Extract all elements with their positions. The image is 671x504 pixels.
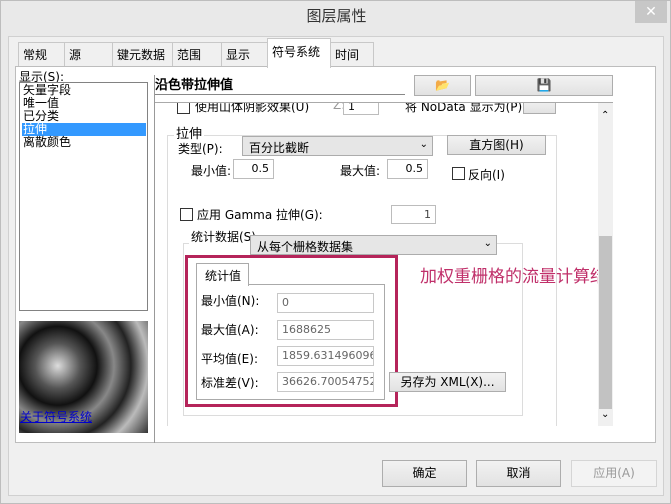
tab-source[interactable]: 源 [64, 42, 113, 67]
stretch-type-select[interactable]: 百分比截断 ⌄ [242, 136, 433, 156]
tab-metadata[interactable]: 键元数据 [112, 42, 173, 67]
min-label: 最小值: [191, 164, 232, 178]
save-as-xml-button[interactable]: 另存为 XML(X)... [389, 372, 506, 392]
max-input[interactable]: 0.5 [387, 159, 428, 179]
invert-checkbox[interactable] [452, 167, 465, 180]
invert-label: 反向(I) [468, 168, 505, 182]
stat-label-mean: 平均值(E): [201, 352, 258, 366]
hillshade-label: 使用山体阴影效果(U) [195, 102, 310, 114]
min-input[interactable]: 0.5 [233, 159, 274, 179]
scroll-area: 使用山体阴影效果(U) Z: 1 将 NoData 显示为(P) 拉伸 类型(P… [155, 102, 613, 426]
chevron-down-icon: ⌄ [419, 139, 428, 150]
tab-general[interactable]: 常规 [18, 42, 65, 67]
z-input[interactable]: 1 [343, 103, 379, 115]
folder-icon: 📂 [435, 78, 450, 92]
window-title: 图层属性 [306, 7, 367, 25]
about-symbology-link[interactable]: 关于符号系统 [20, 408, 92, 425]
gamma-checkbox[interactable] [180, 208, 193, 221]
gamma-label: 应用 Gamma 拉伸(G): [197, 208, 323, 222]
stat-label-stddev: 标准差(V): [201, 376, 259, 390]
stat-value-min[interactable]: 0 [277, 293, 374, 313]
chevron-down-icon[interactable]: ⌄ [601, 409, 609, 420]
tab-statistics[interactable]: 统计值 [196, 263, 249, 286]
tab-display[interactable]: 显示 [221, 42, 268, 67]
floppy-disk-icon: 💾 [536, 78, 552, 92]
renderer-heading: 沿色带拉伸值 [155, 78, 234, 93]
statistics-source-select[interactable]: 从每个栅格数据集 ⌄ [250, 235, 497, 255]
tab-symbology[interactable]: 符号系统 [267, 38, 331, 68]
heading-rule [155, 94, 405, 95]
nodata-label: 将 NoData 显示为(P) [405, 102, 523, 114]
tab-extent[interactable]: 范围 [172, 42, 222, 67]
vertical-scrollbar[interactable]: ⌃ ⌄ [598, 103, 613, 426]
histogram-button[interactable]: 直方图(H) [447, 135, 546, 155]
type-label: 类型(P): [178, 142, 223, 156]
stat-value-stddev[interactable]: 36626.7005475291 [277, 372, 374, 392]
tab-time[interactable]: 时间 [330, 42, 374, 67]
ok-button[interactable]: 确定 [382, 460, 467, 487]
show-listbox[interactable]: 矢量字段 唯一值 已分类 拉伸 离散颜色 [19, 82, 148, 311]
annotation-text: 加权重栅格的流量计算结果 [420, 267, 613, 287]
gamma-input[interactable]: 1 [391, 205, 436, 224]
statistics-source-value: 从每个栅格数据集 [257, 240, 354, 254]
chevron-up-icon[interactable]: ⌃ [601, 110, 609, 121]
open-folder-button[interactable]: 📂 [414, 75, 471, 96]
hillshade-checkbox[interactable] [177, 103, 190, 114]
stat-label-min: 最小值(N): [201, 294, 260, 308]
close-button[interactable]: ✕ [635, 1, 667, 23]
list-item-discrete-color[interactable]: 离散颜色 [22, 136, 146, 149]
stat-label-max: 最大值(A): [201, 323, 259, 337]
stat-value-mean[interactable]: 1859.63149609695 [277, 346, 374, 366]
apply-button[interactable]: 应用(A) [571, 460, 657, 487]
stat-value-max[interactable]: 1688625 [277, 320, 374, 340]
cancel-button[interactable]: 取消 [476, 460, 561, 487]
chevron-down-icon: ⌄ [483, 238, 492, 249]
max-label: 最大值: [340, 164, 381, 178]
stretch-type-value: 百分比截断 [249, 141, 310, 155]
statistics-group-label: 统计数据(S) [189, 228, 258, 245]
save-button[interactable]: 💾 [475, 75, 613, 96]
scrollbar-thumb[interactable] [599, 236, 612, 409]
nodata-color-dropdown[interactable] [523, 103, 556, 114]
